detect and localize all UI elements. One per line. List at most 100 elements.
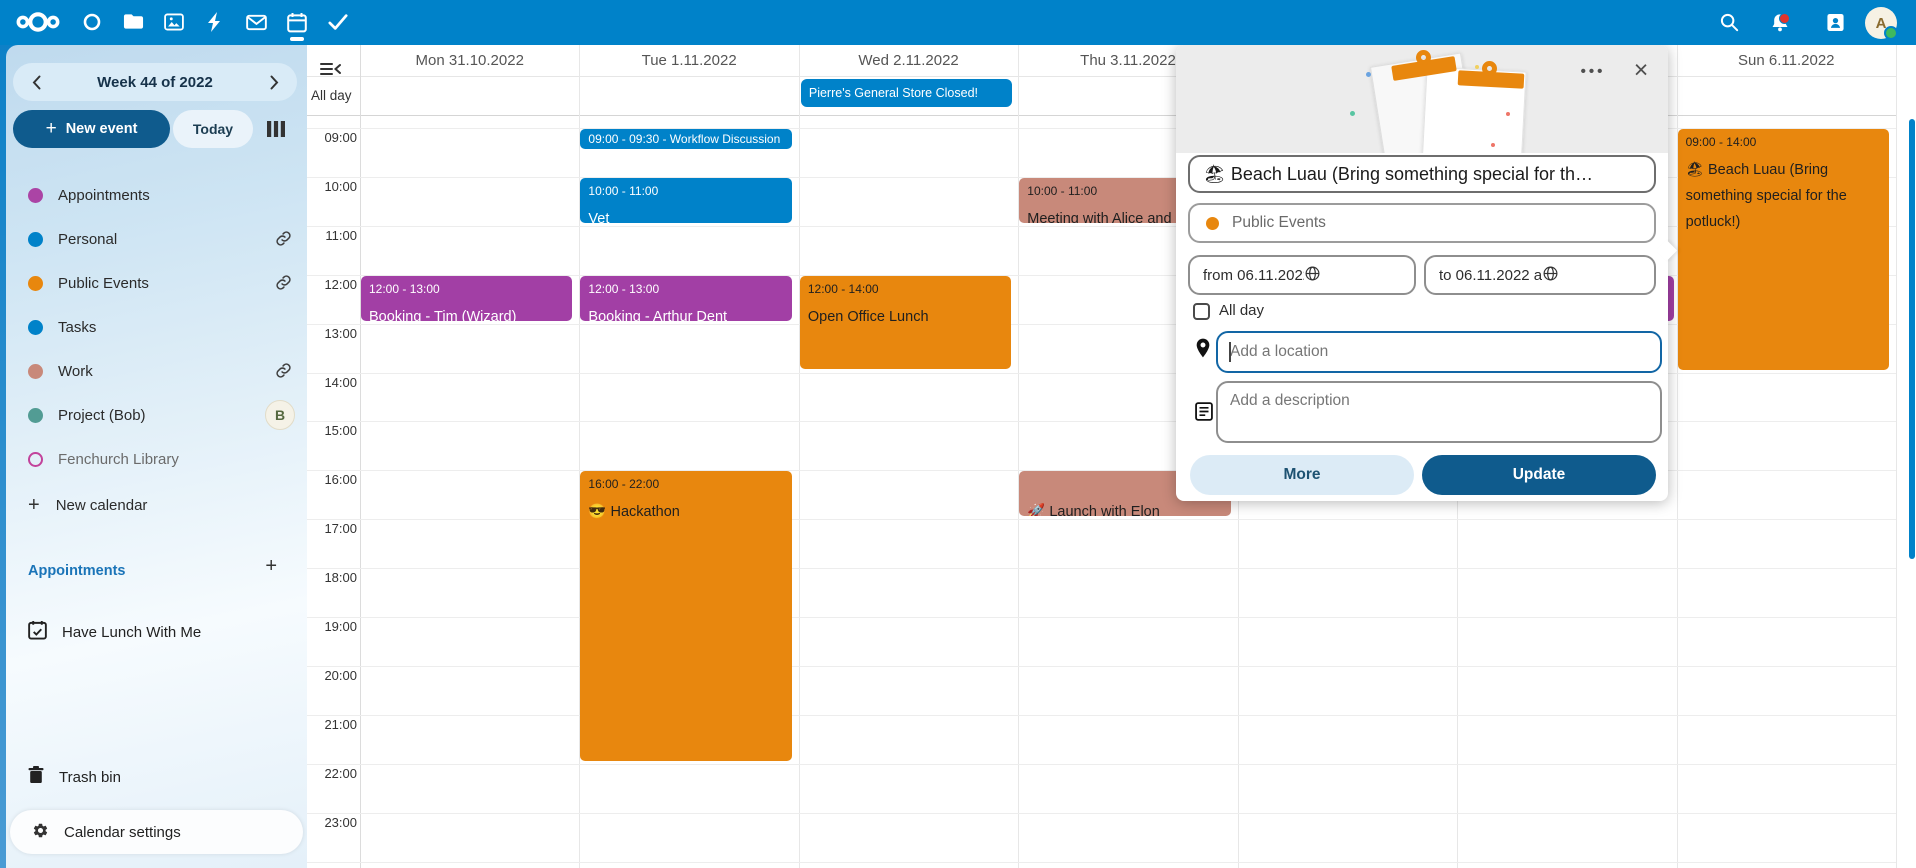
time-label: 15:00 xyxy=(307,423,357,438)
more-button-label: More xyxy=(1283,466,1320,484)
sidebar-calendar-item[interactable]: Work xyxy=(6,349,307,393)
time-label: 20:00 xyxy=(307,668,357,683)
more-options-icon[interactable]: ••• xyxy=(1574,57,1612,85)
share-link-icon[interactable] xyxy=(275,362,293,380)
circle-app-icon[interactable] xyxy=(72,2,112,42)
share-link-icon[interactable] xyxy=(275,274,293,292)
photos-app-icon[interactable] xyxy=(154,2,194,42)
all-day-checkbox-label: All day xyxy=(1219,302,1264,319)
time-label: 19:00 xyxy=(307,619,357,634)
calendar-event[interactable]: 09:00 - 14:00🏖 Beach Luau (Bring somethi… xyxy=(1678,129,1889,370)
event-time: 10:00 - 11:00 xyxy=(580,178,791,198)
confetti-dot xyxy=(1475,65,1479,69)
calendar-name-label: Appointments xyxy=(58,187,150,204)
grid-vertical-line xyxy=(360,45,361,868)
grid-vertical-line xyxy=(799,45,800,868)
event-edit-popup: ••• × 🏖 Beach Luau (Bring something spec… xyxy=(1176,45,1668,501)
time-label: 21:00 xyxy=(307,717,357,732)
trash-bin-item[interactable]: Trash bin xyxy=(28,760,121,794)
collapse-sidebar-icon[interactable] xyxy=(320,62,341,81)
event-time: 12:00 - 14:00 xyxy=(800,276,1011,296)
grid-hour-line xyxy=(307,813,1896,814)
member-avatar: B xyxy=(265,400,295,430)
calendar-color-dot xyxy=(28,188,43,203)
calendar-color-dot xyxy=(1206,217,1219,230)
event-time: 12:00 - 13:00 xyxy=(361,276,572,296)
contacts-app-icon[interactable] xyxy=(1815,2,1855,42)
end-datetime-field[interactable]: to 06.11.2022 at 14:00 xyxy=(1424,255,1656,295)
calendar-event[interactable]: 10:00 - 11:00Vet xyxy=(580,178,791,223)
calendar-event[interactable]: 09:00 - 09:30 - Workflow Discussion xyxy=(580,129,791,149)
time-label: 12:00 xyxy=(307,277,357,292)
activity-app-icon[interactable] xyxy=(195,2,235,42)
grid-hour-line xyxy=(307,519,1896,520)
new-event-button[interactable]: + New event xyxy=(13,110,170,148)
calendar-event[interactable]: 12:00 - 14:00Open Office Lunch xyxy=(800,276,1011,370)
calendar-picker[interactable]: Public Events xyxy=(1188,203,1656,243)
grid-hour-line xyxy=(307,568,1896,569)
calendar-event[interactable]: 16:00 - 22:00😎 Hackathon xyxy=(580,471,791,760)
today-label: Today xyxy=(193,121,233,137)
calendar-color-dot xyxy=(28,364,43,379)
confetti-dot xyxy=(1366,72,1371,77)
previous-week-button[interactable] xyxy=(25,71,47,93)
calendar-picker-value: Public Events xyxy=(1232,214,1326,232)
sidebar-calendar-item[interactable]: Appointments xyxy=(6,173,307,217)
confetti-dot xyxy=(1506,112,1510,116)
appointment-item[interactable]: Have Lunch With Me xyxy=(28,615,201,649)
timezone-globe-icon[interactable] xyxy=(1304,265,1405,286)
new-calendar-button[interactable]: + New calendar xyxy=(28,488,147,522)
update-button[interactable]: Update xyxy=(1422,455,1656,495)
gear-icon xyxy=(32,822,49,843)
location-input[interactable] xyxy=(1216,331,1662,373)
text-caret xyxy=(1229,342,1231,362)
calendar-color-dot xyxy=(28,320,43,335)
day-header: Tue 1.11.2022 xyxy=(579,51,798,71)
time-label: 14:00 xyxy=(307,375,357,390)
mail-app-icon[interactable] xyxy=(236,2,276,42)
files-app-icon[interactable] xyxy=(113,2,153,42)
time-label: 18:00 xyxy=(307,570,357,585)
next-week-button[interactable] xyxy=(263,71,285,93)
sidebar-calendar-item[interactable]: Public Events xyxy=(6,261,307,305)
day-header: Wed 2.11.2022 xyxy=(799,51,1018,71)
search-icon[interactable] xyxy=(1709,2,1749,42)
time-label: 22:00 xyxy=(307,766,357,781)
sidebar-calendar-item[interactable]: Tasks xyxy=(6,305,307,349)
calendar-grid[interactable]: All day 09:0010:0011:0012:0013:0014:0015… xyxy=(307,45,1916,868)
add-appointment-button[interactable]: + xyxy=(265,555,277,578)
all-day-event[interactable]: Pierre's General Store Closed! xyxy=(801,79,1012,107)
grid-hour-line xyxy=(307,617,1896,618)
sidebar-calendar-item[interactable]: Fenchurch Library xyxy=(6,437,307,481)
more-button[interactable]: More xyxy=(1190,455,1414,495)
share-link-icon[interactable] xyxy=(275,230,293,248)
vertical-scrollbar[interactable] xyxy=(1909,119,1915,559)
sidebar-calendar-item[interactable]: Personal xyxy=(6,217,307,261)
calendar-settings-button[interactable]: Calendar settings xyxy=(10,810,303,854)
calendar-app-icon[interactable] xyxy=(277,2,317,42)
sidebar-calendar-item[interactable]: Project (Bob)B xyxy=(6,393,307,437)
close-icon[interactable]: × xyxy=(1622,51,1660,89)
calendar-event[interactable]: 12:00 - 13:00Booking - Arthur Dent xyxy=(580,276,791,321)
event-title: 🏖 Beach Luau (Bring something special fo… xyxy=(1678,149,1889,235)
online-status-icon xyxy=(1884,26,1898,40)
timezone-globe-icon[interactable] xyxy=(1542,265,1645,286)
calendar-color-dot xyxy=(28,232,43,247)
event-title: Open Office Lunch xyxy=(800,296,1011,330)
calendar-event[interactable]: 12:00 - 13:00Booking - Tim (Wizard) xyxy=(361,276,572,321)
plus-icon: + xyxy=(46,118,57,140)
grid-vertical-line xyxy=(1018,45,1019,868)
description-textarea[interactable] xyxy=(1216,381,1662,443)
start-datetime-field[interactable]: from 06.11.2022 at 09:00 xyxy=(1188,255,1416,295)
all-day-checkbox[interactable] xyxy=(1193,303,1210,320)
trash-bin-label: Trash bin xyxy=(59,769,121,786)
calendar-list: Appointments PersonalPublic EventsTasksWo… xyxy=(6,173,307,481)
location-pin-icon xyxy=(1195,338,1211,363)
event-title-input[interactable]: 🏖 Beach Luau (Bring something special fo… xyxy=(1188,155,1656,193)
calendar-check-icon xyxy=(28,620,47,644)
grid-hour-line xyxy=(307,666,1896,667)
view-columns-icon[interactable] xyxy=(260,115,292,143)
today-button[interactable]: Today xyxy=(173,110,253,148)
tasks-app-icon[interactable] xyxy=(318,2,358,42)
nextcloud-logo-icon[interactable] xyxy=(10,2,66,42)
